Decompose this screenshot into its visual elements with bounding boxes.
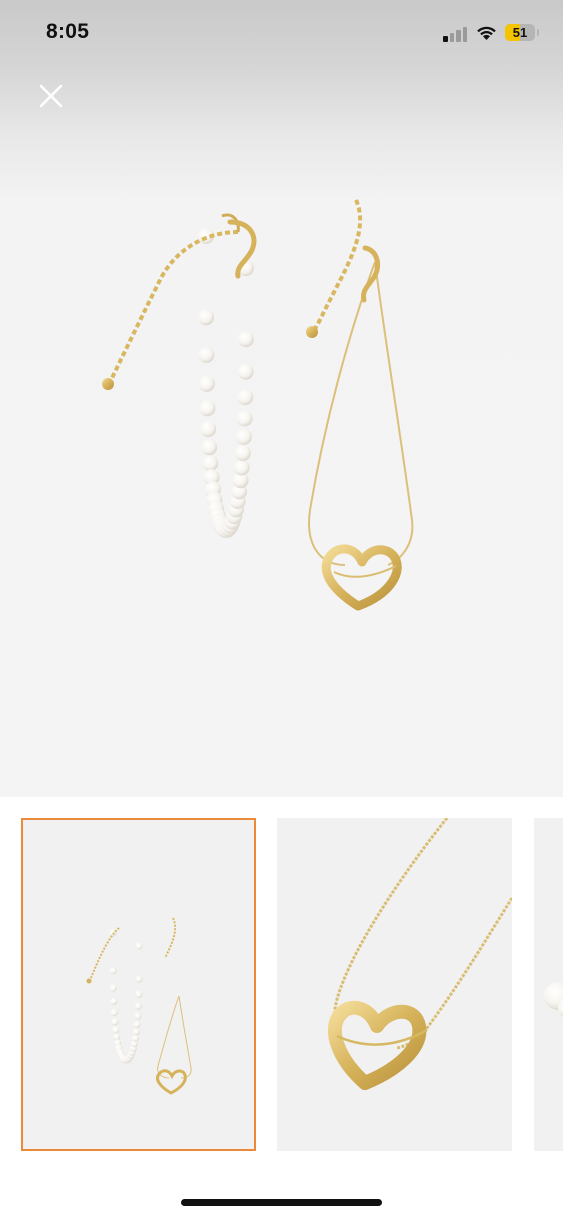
thumbnail-1-image — [21, 818, 256, 1151]
pearl-bead — [236, 410, 253, 427]
home-indicator[interactable] — [181, 1199, 382, 1206]
pearl-bead — [131, 1034, 139, 1042]
wifi-icon — [477, 26, 496, 40]
pearl-bead — [113, 1033, 121, 1041]
main-product-image[interactable] — [0, 0, 563, 797]
thumbnail-1[interactable] — [21, 818, 256, 1151]
close-button[interactable] — [34, 79, 68, 113]
pearl-bead — [202, 455, 219, 472]
pearl-extension-chain — [110, 230, 239, 379]
pearl-bead — [235, 428, 252, 445]
thumbnail-2[interactable] — [277, 818, 512, 1151]
cellular-signal-icon — [443, 26, 469, 42]
thumbnail-3[interactable] — [534, 818, 563, 1151]
bracelets-photo — [102, 199, 414, 611]
battery-tip — [537, 29, 539, 36]
pearl-bead — [201, 439, 218, 456]
pearl-bead — [237, 363, 254, 380]
pearl-bead — [198, 346, 215, 363]
pearl-bead — [198, 375, 215, 392]
pearl-bead — [237, 331, 254, 348]
thumbnail-3-image — [534, 818, 563, 1151]
pearl-bead — [112, 1026, 120, 1034]
pearl-bead — [134, 1002, 142, 1010]
heart-chain-left — [308, 261, 376, 566]
battery-icon: 51 — [505, 24, 535, 41]
pearl-bead — [110, 997, 118, 1005]
pearl-bead — [133, 1020, 141, 1029]
thumbnail-2-image — [277, 818, 512, 1151]
heart-extension-chain — [312, 199, 363, 332]
status-time: 8:05 — [46, 20, 90, 43]
pearl-bead — [135, 942, 143, 950]
pearl-bead — [234, 445, 251, 462]
pearl-bead — [233, 459, 250, 476]
pearl-bead — [109, 984, 117, 992]
pearl-bracelet — [198, 228, 254, 538]
pearl-bead — [110, 1008, 118, 1017]
heart-chain-right — [374, 261, 414, 566]
pearl-bead — [237, 389, 254, 406]
pearl-bead — [199, 400, 216, 417]
pearl-chain-end-bead — [102, 378, 114, 390]
pearl-bead — [135, 990, 143, 998]
pearl-bead — [111, 1018, 119, 1026]
pearl-bead — [200, 421, 217, 438]
heart-chain-end-bead — [306, 326, 318, 338]
pearl-bead — [134, 1012, 142, 1020]
thumbnail-strip[interactable] — [0, 797, 563, 1177]
pearl-bead — [135, 975, 143, 983]
status-bar: 8:05 51 — [0, 0, 563, 64]
close-icon — [39, 84, 63, 108]
pearl-bead — [132, 1028, 140, 1036]
battery-level-text: 51 — [512, 25, 528, 40]
pearl-bead — [109, 967, 117, 975]
pearl-bead — [198, 309, 215, 326]
